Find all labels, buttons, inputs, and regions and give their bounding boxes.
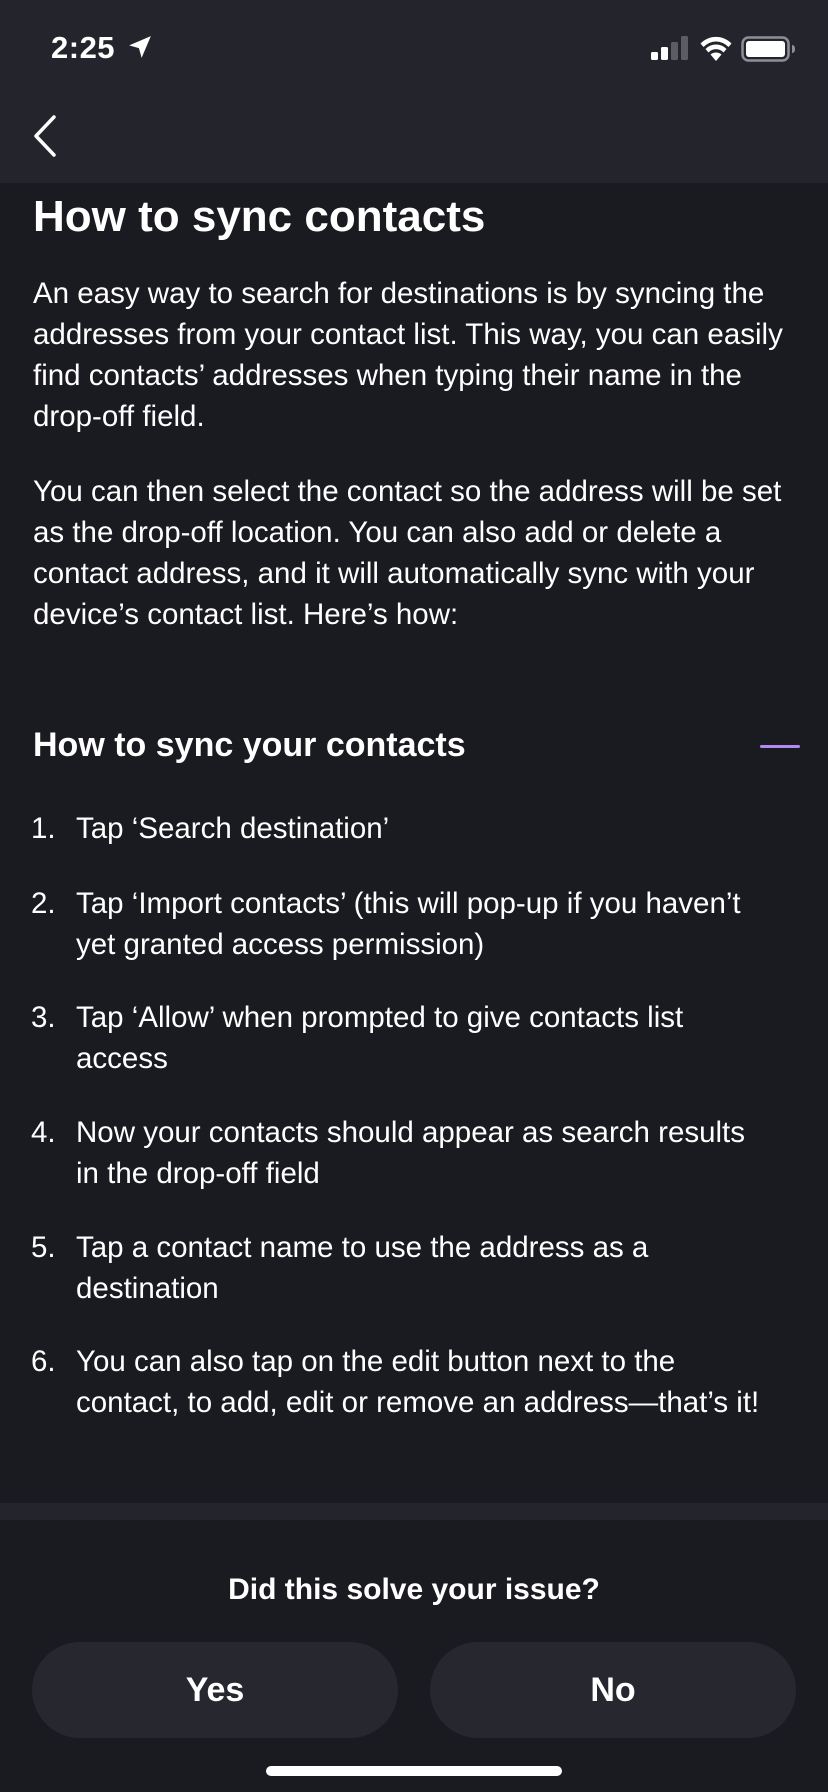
section-divider bbox=[0, 1503, 828, 1520]
page-title: How to sync contacts bbox=[33, 192, 486, 241]
step-text: Now your contacts should appear as searc… bbox=[76, 1116, 746, 1190]
instructions-paragraph: You can then select the contact so the a… bbox=[33, 475, 782, 631]
step-number: 3. bbox=[31, 1001, 56, 1034]
status-time: 2:25 bbox=[51, 30, 116, 65]
step-number: 1. bbox=[31, 812, 56, 845]
cellular-signal-icon bbox=[651, 36, 688, 60]
step-text: Tap a contact name to use the address as… bbox=[76, 1231, 649, 1305]
step-number: 2. bbox=[31, 887, 56, 920]
feedback-question: Did this solve your issue? bbox=[228, 1573, 600, 1606]
step-number: 6. bbox=[31, 1345, 56, 1378]
step-text: Tap ‘Search destination’ bbox=[76, 812, 390, 845]
step-text: Tap ‘Allow’ when prompted to give contac… bbox=[76, 1001, 684, 1075]
home-indicator bbox=[266, 1766, 562, 1776]
yes-button[interactable]: Yes bbox=[32, 1642, 398, 1738]
article-content: How to sync contacts An easy way to sear… bbox=[0, 183, 828, 1520]
battery-icon bbox=[741, 36, 795, 62]
top-bar: 2:25 bbox=[0, 0, 828, 183]
chevron-left-icon bbox=[34, 115, 56, 157]
section-title: How to sync your contacts bbox=[33, 726, 466, 764]
feedback-panel: Did this solve your issue? Yes No bbox=[0, 1520, 828, 1792]
screen: 2:25 How to sync contacts An easy way to… bbox=[0, 0, 828, 1792]
no-button[interactable]: No bbox=[430, 1642, 796, 1738]
wifi-icon bbox=[700, 36, 732, 61]
section-header-sync-contacts[interactable]: How to sync your contacts bbox=[0, 711, 828, 781]
step-text: You can also tap on the edit button next… bbox=[76, 1345, 760, 1419]
step-number: 4. bbox=[31, 1116, 56, 1149]
intro-paragraph: An easy way to search for destinations i… bbox=[33, 277, 783, 433]
back-button[interactable] bbox=[22, 108, 68, 164]
step-text: Tap ‘Import contacts’ (this will pop-up … bbox=[76, 887, 741, 961]
step-number: 5. bbox=[31, 1231, 56, 1264]
location-arrow-icon bbox=[129, 36, 151, 58]
collapse-minus-icon[interactable] bbox=[760, 745, 800, 748]
